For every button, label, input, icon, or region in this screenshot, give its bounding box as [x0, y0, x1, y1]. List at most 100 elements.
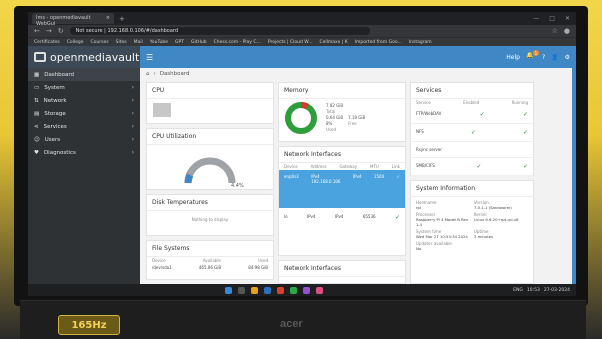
services-title: Services [411, 83, 533, 99]
reload-icon[interactable]: ↻ [58, 27, 64, 35]
sidebar-item-users[interactable]: ☺ Users › [28, 133, 140, 146]
table-row[interactable]: Rsync server [411, 142, 533, 158]
language-indicator[interactable]: ENG [513, 288, 523, 293]
sidebar-item-network[interactable]: ⇅ Network › [28, 94, 140, 107]
chevron-right-icon: › [131, 97, 134, 104]
sidebar-item-dashboard[interactable]: ▦ Dashboard [28, 68, 140, 81]
chevron-right-icon: › [131, 136, 134, 143]
table-row[interactable]: lo IPv4 IPv4 65536 ✓ [279, 208, 405, 222]
maximize-icon[interactable]: □ [549, 15, 555, 22]
help-icon[interactable]: ? [542, 54, 545, 61]
network-card-2: Network Interfaces [278, 260, 406, 284]
sidebar-item-services[interactable]: ⋖ Services › [28, 120, 140, 133]
bookmark-item[interactable]: YouTube [150, 40, 168, 45]
bookmark-item[interactable]: College [67, 40, 84, 45]
users-icon: ☺ [34, 136, 40, 143]
sidebar-item-system[interactable]: ▭ System › [28, 81, 140, 94]
app-icon[interactable] [289, 286, 297, 294]
search-icon[interactable] [237, 286, 245, 294]
sidebar-nav: ▦ Dashboard ▭ System › ⇅ Network › ▤ Storage › ⋖ Ser… [28, 68, 140, 159]
edge-icon[interactable] [263, 286, 271, 294]
sidebar-item-storage[interactable]: ▤ Storage › [28, 107, 140, 120]
table-row[interactable]: FTP/WebDAV ✓ ✓ [411, 106, 533, 124]
services-headers: Service Enabled Running [416, 100, 528, 105]
monitor-brand: acer [280, 318, 303, 330]
memory-card: Memory 7.82 GiB Total 0.64 GiB 8% Used 7.1… [278, 82, 406, 142]
taskbar-icons [224, 286, 323, 294]
bookmark-item[interactable]: Imported from Goo... [355, 40, 402, 45]
table-row[interactable]: enp0s3 IPv4 192.168.0.106 IPv4 1500 ✓ [279, 170, 405, 208]
services-card: Services Service Enabled Running FTP/WebDA… [410, 82, 534, 176]
sidebar-item-label: Diagnostics [43, 149, 76, 156]
home-icon[interactable]: ⌂ [146, 71, 150, 77]
brand-name: openmediavault [50, 50, 140, 64]
user-icon[interactable]: 👤 [551, 54, 558, 61]
bookmark-item[interactable]: Projects | Cloud W... [268, 40, 313, 45]
sysinfo-card: System Information Hostname rpi Version 7.… [410, 180, 534, 284]
close-window-icon[interactable]: ✕ [565, 15, 570, 22]
net-headers: Device Address Gateway MTU Link [284, 164, 400, 169]
browser-tabbar: Ims - openmediavault WebGui × + — □ ✕ [28, 12, 576, 27]
sidebar: openmediavault ▦ Dashboard ▭ System › ⇅ Networ… [28, 46, 140, 284]
sidebar-item-label: Users [44, 136, 61, 143]
browser-tab[interactable]: Ims - openmediavault WebGui × [32, 13, 114, 27]
hamburger-icon[interactable]: ☰ [146, 53, 153, 62]
sidebar-item-label: Services [43, 123, 67, 130]
bookmarks-bar: Certificates College Courses Sites Mail YouTu… [28, 37, 576, 46]
settings-icon[interactable]: ⚙ [565, 54, 570, 61]
omv-app: openmediavault ▦ Dashboard ▭ System › ⇅ Networ… [28, 46, 576, 284]
bell-icon[interactable]: 🔔 1 [526, 50, 539, 62]
gauge-track [184, 157, 236, 184]
cpu-chip-icon [153, 103, 171, 117]
sysinfo-title: System Information [411, 181, 533, 197]
memory-used-arc [300, 102, 309, 110]
cpu-util-card: CPU Utilization 4.4% [146, 128, 274, 190]
table-row[interactable]: /dev/sda1 465.06 GiB 84.98 GiB [147, 264, 273, 271]
hostname: rpi [416, 205, 422, 210]
bookmark-item[interactable]: Mail [134, 40, 143, 45]
address-bar[interactable]: Not secure | 192.168.0.106/#/dashboard [69, 27, 370, 35]
file-explorer-icon[interactable] [250, 286, 258, 294]
table-row[interactable]: SMB/CIFS ✓ ✓ [411, 158, 533, 176]
date[interactable]: 27-03-2024 [544, 288, 570, 293]
star-icon[interactable]: ☆ [552, 27, 558, 35]
help-link[interactable]: Help [506, 54, 520, 61]
app-icon[interactable] [302, 286, 310, 294]
sidebar-item-label: Network [43, 97, 67, 104]
forward-icon[interactable]: → [46, 27, 52, 35]
chrome-icon[interactable] [276, 286, 284, 294]
memory-donut [285, 102, 317, 134]
dashboard-icon: ▦ [34, 71, 40, 78]
disk-temps-empty: Nothing to display [191, 217, 229, 222]
windows-start-icon[interactable] [224, 286, 232, 294]
network-card: Network Interfaces Device Address Gateway M… [278, 146, 406, 256]
bookmark-item[interactable]: Certificates [34, 40, 60, 45]
bookmark-item[interactable]: Courses [91, 40, 109, 45]
bookmark-item[interactable]: Sites [116, 40, 127, 45]
uptime: 3 minutes [474, 234, 493, 239]
bookmark-item[interactable]: GPT [175, 40, 184, 45]
tab-close-icon[interactable]: × [106, 15, 110, 22]
profile-icon[interactable]: ● [564, 27, 570, 35]
browser-toolbar: ← → ↻ Not secure | 192.168.0.106/#/dashb… [28, 25, 576, 37]
sidebar-item-diagnostics[interactable]: ♥ Diagnostics › [28, 146, 140, 159]
app-icon[interactable] [315, 286, 323, 294]
sidebar-item-label: Storage [44, 110, 66, 117]
brand[interactable]: openmediavault [28, 46, 140, 68]
breadcrumb: ⌂ › Dashboard [146, 71, 190, 77]
table-row[interactable]: NFS ✓ ✓ [411, 124, 533, 142]
monitor-screen: Ims - openmediavault WebGui × + — □ ✕ ← … [28, 12, 576, 296]
bookmark-item[interactable]: GitHub [191, 40, 207, 45]
new-tab-button[interactable]: + [119, 15, 125, 23]
bookmark-item[interactable]: Instagram [409, 40, 432, 45]
clock[interactable]: 10:53 [527, 288, 540, 293]
photo-frame: Ims - openmediavault WebGui × + — □ ✕ ← … [0, 0, 602, 339]
bookmark-item[interactable]: Cellmaxx | K [319, 40, 347, 45]
bookmark-item[interactable]: Chess.com - Play C... [214, 40, 261, 45]
memory-title: Memory [279, 83, 405, 99]
scrollbar[interactable] [572, 68, 576, 284]
filesystems-title: File Systems [147, 241, 273, 257]
cpu-gauge: 4.4% [184, 157, 244, 189]
back-icon[interactable]: ← [34, 27, 40, 35]
minimize-icon[interactable]: — [533, 15, 539, 22]
